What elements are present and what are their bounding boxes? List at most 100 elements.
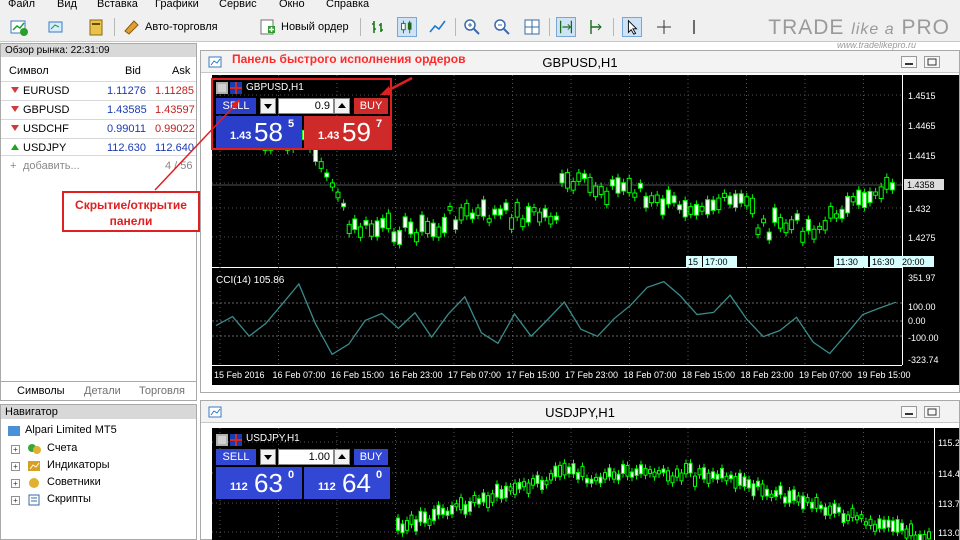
sell-button[interactable]: SELL [216, 449, 256, 465]
navigator-root[interactable]: Alpari Limited MT5 [25, 424, 117, 436]
candle-body [593, 185, 599, 198]
candle-body [408, 221, 414, 235]
line-chart-icon[interactable] [428, 17, 448, 37]
add-symbol-link[interactable]: добавить... [23, 160, 80, 172]
zoom-in-icon[interactable] [462, 17, 482, 37]
candle-body [441, 507, 445, 515]
candle-body [715, 473, 720, 480]
toolbar: Авто-торговля Новый ордер TRADE like a P… [0, 12, 960, 50]
candle-body [873, 191, 879, 196]
new-order-icon[interactable] [258, 17, 278, 37]
volume-down-button[interactable] [260, 449, 276, 465]
menu-tools[interactable]: Сервис [219, 0, 257, 10]
menu-insert[interactable]: Вставка [97, 0, 138, 10]
candle-body [913, 534, 918, 540]
auto-trading-label[interactable]: Авто-торговля [145, 21, 218, 33]
candlestick-icon[interactable] [397, 17, 417, 37]
candle-body [567, 466, 571, 475]
candle-body [832, 503, 837, 514]
candle-body [805, 218, 811, 232]
candle-body [693, 203, 699, 216]
market-watch-row[interactable]: EURUSD 1.11276 1.11285 [1, 81, 196, 99]
market-watch-row[interactable]: GBPUSD 1.43585 1.43597 [1, 100, 196, 118]
sell-price-button[interactable]: 112 63 0 [216, 467, 302, 499]
navigator-item-experts[interactable]: Советники [47, 476, 101, 488]
candle-body [679, 472, 684, 482]
cci-label: CCI(14) 105.86 [216, 275, 285, 286]
column-ask[interactable]: Ask [172, 65, 190, 77]
menu-view[interactable]: Вид [57, 0, 77, 10]
candle-body [486, 218, 492, 223]
expand-icon[interactable]: + [11, 496, 20, 505]
maximize-button[interactable] [924, 56, 940, 68]
minimize-button[interactable] [901, 406, 917, 418]
annotation-side: Скрытие/открытие панели [62, 191, 200, 232]
candle-body [598, 476, 603, 484]
candle-body [654, 194, 660, 204]
maximize-button[interactable] [924, 406, 940, 418]
candle-body [405, 520, 409, 531]
tile-windows-icon[interactable] [522, 17, 542, 37]
add-symbol-row[interactable]: + добавить... 4 / 56 [1, 157, 196, 175]
cursor-icon[interactable] [622, 17, 642, 37]
candle-body [706, 472, 711, 484]
vertical-line-icon[interactable] [684, 17, 704, 37]
market-watch-row[interactable]: USDJPY 112.630 112.640 [1, 138, 196, 156]
expand-icon[interactable]: + [11, 479, 20, 488]
tab-details[interactable]: Детали [84, 385, 121, 397]
zoom-out-icon[interactable] [492, 17, 512, 37]
navigator-item-scripts[interactable]: Скрипты [47, 493, 91, 505]
price-tick: 1.4465 [908, 121, 936, 131]
buy-button[interactable]: BUY [354, 449, 388, 465]
expand-icon[interactable]: + [11, 462, 20, 471]
chart-shift-icon[interactable] [556, 17, 576, 37]
candle-body [522, 481, 526, 488]
tab-trading[interactable]: Торговля [139, 385, 185, 397]
column-bid[interactable]: Bid [125, 65, 141, 77]
chart-window-usdjpy[interactable]: USDJPY,H1 115.27 114.47 113.70 113.01 USDJP… [200, 400, 960, 540]
new-chart-icon[interactable] [9, 17, 29, 37]
toolbar-separator [455, 18, 456, 36]
ask-value: 0.99022 [155, 123, 195, 135]
auto-trading-icon[interactable] [122, 17, 142, 37]
candle-body [648, 469, 652, 475]
chart-window-gbpusd[interactable]: GBPUSD,H1 1.45151.44651.44151.43651.4321… [200, 50, 960, 393]
current-price-text: 1.4358 [907, 180, 935, 190]
buy-price-button[interactable]: 112 64 0 [304, 467, 390, 499]
navigator-item-indicators[interactable]: Индикаторы [47, 459, 110, 471]
expand-icon[interactable]: + [11, 445, 20, 454]
candle-body [867, 190, 873, 203]
candle-body [517, 481, 522, 490]
sell-price-pips: 63 [254, 468, 283, 498]
candle-body [805, 497, 810, 503]
menu-window[interactable]: Окно [279, 0, 305, 10]
candle-body [499, 488, 504, 500]
cci-tick: -100.00 [908, 333, 939, 343]
column-symbol[interactable]: Символ [9, 65, 49, 77]
new-order-label[interactable]: Новый ордер [281, 21, 349, 33]
bid-value: 1.11276 [107, 85, 146, 97]
menu-charts[interactable]: Графики [155, 0, 199, 10]
data-window-icon[interactable] [86, 17, 106, 37]
menu-help[interactable]: Справка [326, 0, 369, 10]
candle-body [684, 463, 688, 475]
candle-body [598, 186, 604, 195]
autoscroll-icon[interactable] [586, 17, 606, 37]
minimize-button[interactable] [901, 56, 917, 68]
volume-input[interactable]: 1.00 [278, 449, 334, 465]
buy-price-prefix: 112 [318, 481, 336, 493]
navigator-panel: Навигатор Alpari Limited MT5 + Счета + И… [0, 404, 197, 540]
price-down-icon [11, 125, 19, 131]
market-watch-row[interactable]: USDCHF 0.99011 0.99022 [1, 119, 196, 137]
volume-up-button[interactable] [334, 449, 350, 465]
scripts-icon [28, 494, 40, 506]
profiles-icon[interactable] [46, 17, 66, 37]
session-tag-text: 20:00 [902, 257, 925, 267]
candle-body [535, 474, 540, 485]
bar-chart-icon[interactable] [369, 17, 389, 37]
crosshair-icon[interactable] [654, 17, 674, 37]
menu-file[interactable]: Файл [8, 0, 35, 10]
candle-body [562, 462, 567, 476]
navigator-item-accounts[interactable]: Счета [47, 442, 77, 454]
tab-symbols[interactable]: Символы [17, 385, 65, 397]
